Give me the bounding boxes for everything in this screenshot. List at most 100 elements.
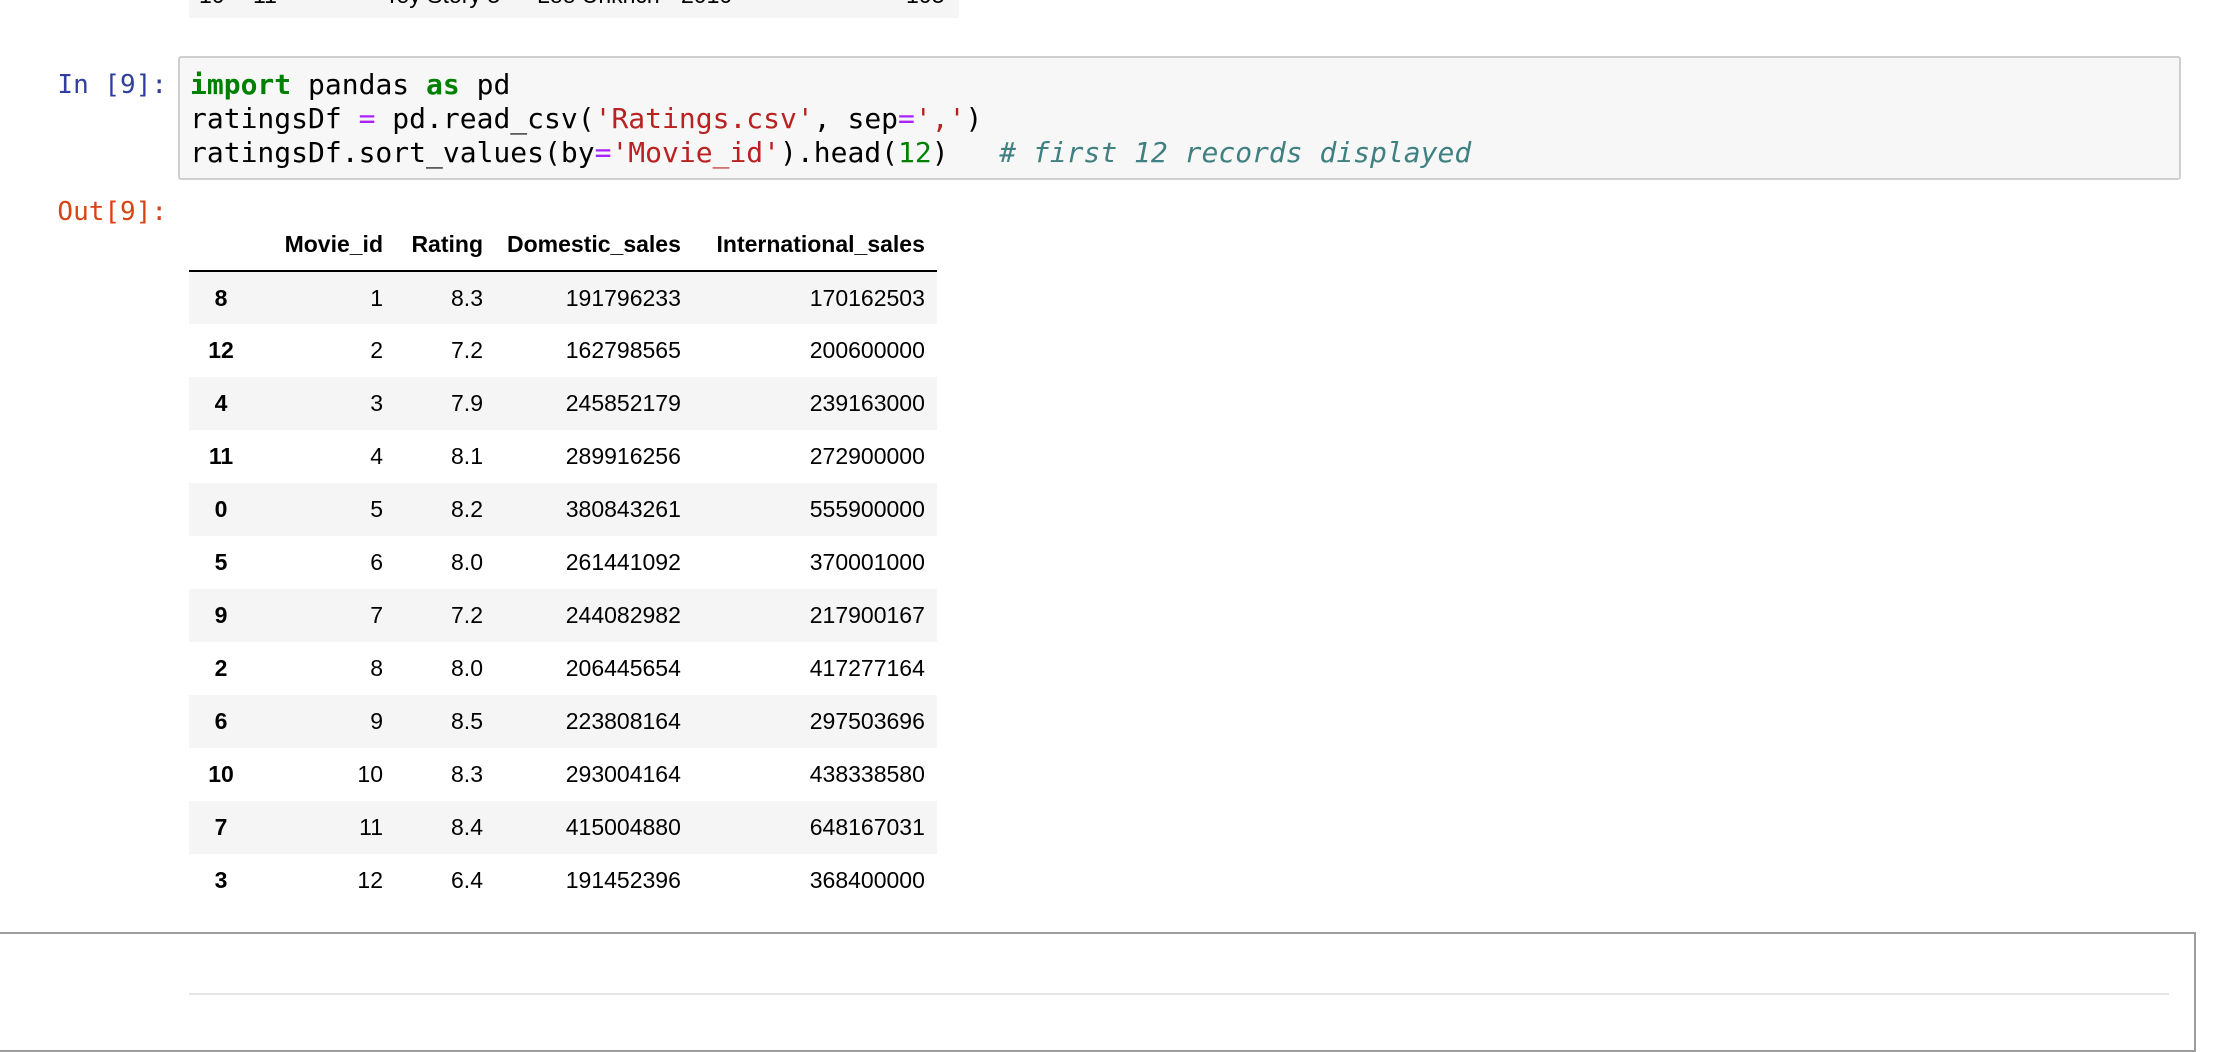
code-close-paren: ) [931, 136, 1000, 169]
cell-international-sales: 170162503 [809, 284, 925, 311]
table-row: 10 10 8.3 293004164 438338580 [189, 748, 937, 801]
code-alias: pd [459, 68, 511, 101]
cell-international-sales: 368400000 [809, 867, 925, 893]
prev-year: 2010 [681, 0, 732, 9]
code-operator: = [358, 102, 376, 135]
row-index: 3 [214, 867, 228, 893]
cell-rating: 8.1 [451, 443, 483, 469]
table-row: 7 11 8.4 415004880 648167031 [189, 801, 937, 854]
cell-movie-id: 5 [370, 496, 383, 522]
cell-domestic-sales: 162798565 [565, 337, 681, 363]
cell-rating: 8.3 [451, 284, 483, 311]
column-header-rating: Rating [395, 218, 495, 272]
code-string-column: 'Movie_id' [611, 136, 781, 169]
row-index: 11 [208, 443, 234, 469]
previous-output-row-fragment: 10 11 Toy Story 3 Lee Unkrich 2010 103 [189, 0, 959, 18]
cell-rating: 8.3 [451, 761, 483, 787]
code-input-area[interactable]: import pandas as pd ratingsDf = pd.read_… [178, 56, 2181, 180]
prev-movie-id: 11 [253, 0, 277, 9]
cell-movie-id: 6 [370, 549, 383, 575]
cell-international-sales: 417277164 [809, 655, 925, 681]
cell-domestic-sales: 223808164 [565, 708, 681, 734]
code-head-call: ).head( [780, 136, 899, 169]
code-call: pd.read_csv( [375, 102, 595, 135]
cell-international-sales: 217900167 [809, 602, 925, 628]
cell-domestic-sales: 191452396 [565, 867, 681, 893]
cell-domestic-sales: 206445654 [565, 655, 681, 681]
table-header-row: Movie_id Rating Domestic_sales Internati… [189, 218, 937, 272]
row-index: 12 [208, 337, 234, 363]
cell-international-sales: 200600000 [809, 337, 925, 363]
code-string-file: 'Ratings.csv' [594, 102, 814, 135]
cell-domestic-sales: 380843261 [565, 496, 681, 522]
cell-movie-id: 10 [357, 761, 383, 787]
column-header-movie-id: Movie_id [253, 218, 395, 272]
cell-international-sales: 438338580 [809, 761, 925, 787]
row-index: 10 [208, 761, 234, 787]
dataframe-table: Movie_id Rating Domestic_sales Internati… [189, 218, 937, 907]
next-cell-border[interactable] [0, 932, 2196, 1052]
row-index: 2 [214, 655, 228, 681]
cell-movie-id: 7 [370, 602, 383, 628]
column-header-index [189, 218, 253, 272]
row-index: 7 [214, 814, 228, 840]
table-row: 6 9 8.5 223808164 297503696 [189, 695, 937, 748]
cell-movie-id: 2 [370, 337, 383, 363]
cell-movie-id: 8 [370, 655, 383, 681]
cell-international-sales: 555900000 [809, 496, 925, 522]
code-comment: # first 12 records displayed [999, 136, 1472, 169]
code-close-paren: ) [965, 102, 983, 135]
cell-domestic-sales: 415004880 [565, 814, 681, 840]
cell-international-sales: 297503696 [809, 708, 925, 734]
table-row: 3 12 6.4 191452396 368400000 [189, 854, 937, 907]
cell-rating: 7.2 [451, 337, 483, 363]
table-row: 0 5 8.2 380843261 555900000 [189, 483, 937, 536]
cell-international-sales: 239163000 [809, 390, 925, 416]
next-cell-divider [189, 993, 2169, 995]
column-header-international-sales: International_sales [692, 218, 937, 272]
cell-domestic-sales: 261441092 [565, 549, 681, 575]
row-index: 4 [214, 390, 228, 416]
code-number: 12 [898, 136, 932, 169]
cell-rating: 7.9 [451, 390, 483, 416]
row-index: 9 [214, 602, 228, 628]
cell-movie-id: 4 [370, 443, 383, 469]
cell-international-sales: 370001000 [809, 549, 925, 575]
table-row: 5 6 8.0 261441092 370001000 [189, 536, 937, 589]
column-header-domestic-sales: Domestic_sales [495, 218, 693, 272]
code-operator: = [594, 136, 612, 169]
code-keyword-import: import [190, 68, 292, 101]
table-row: 11 4 8.1 289916256 272900000 [189, 430, 937, 483]
cell-rating: 8.5 [451, 708, 483, 734]
cell-movie-id: 1 [370, 284, 383, 311]
code-string-sep: ',' [914, 102, 966, 135]
cell-domestic-sales: 244082982 [565, 602, 681, 628]
cell-rating: 8.4 [451, 814, 483, 840]
code-sort-call: ratingsDf.sort_values(by [190, 136, 595, 169]
cell-domestic-sales: 293004164 [565, 761, 681, 787]
table-row: 9 7 7.2 244082982 217900167 [189, 589, 937, 642]
cell-domestic-sales: 191796233 [565, 284, 681, 311]
code-var: ratingsDf [190, 102, 359, 135]
cell-international-sales: 272900000 [809, 443, 925, 469]
code-editor[interactable]: import pandas as pd ratingsDf = pd.read_… [190, 68, 1471, 170]
table-row: 12 2 7.2 162798565 200600000 [189, 324, 937, 377]
cell-rating: 7.2 [451, 602, 483, 628]
output-prompt: Out[9]: [57, 197, 167, 227]
cell-movie-id: 9 [370, 708, 383, 734]
code-module: pandas [291, 68, 427, 101]
table-row: 8 1 8.3 191796233 170162503 [189, 271, 937, 324]
cell-rating: 8.0 [451, 655, 483, 681]
row-index: 5 [214, 549, 228, 575]
row-index: 0 [214, 496, 228, 522]
cell-movie-id: 11 [359, 814, 383, 840]
cell-rating: 8.2 [451, 496, 483, 522]
cell-domestic-sales: 245852179 [565, 390, 681, 416]
cell-domestic-sales: 289916256 [565, 443, 681, 469]
code-keyword-as: as [426, 68, 460, 101]
table-row: 2 8 8.0 206445654 417277164 [189, 642, 937, 695]
cell-movie-id: 12 [357, 867, 383, 893]
cell-rating: 8.0 [451, 549, 483, 575]
prev-index: 10 [199, 0, 225, 9]
row-index: 6 [214, 708, 228, 734]
